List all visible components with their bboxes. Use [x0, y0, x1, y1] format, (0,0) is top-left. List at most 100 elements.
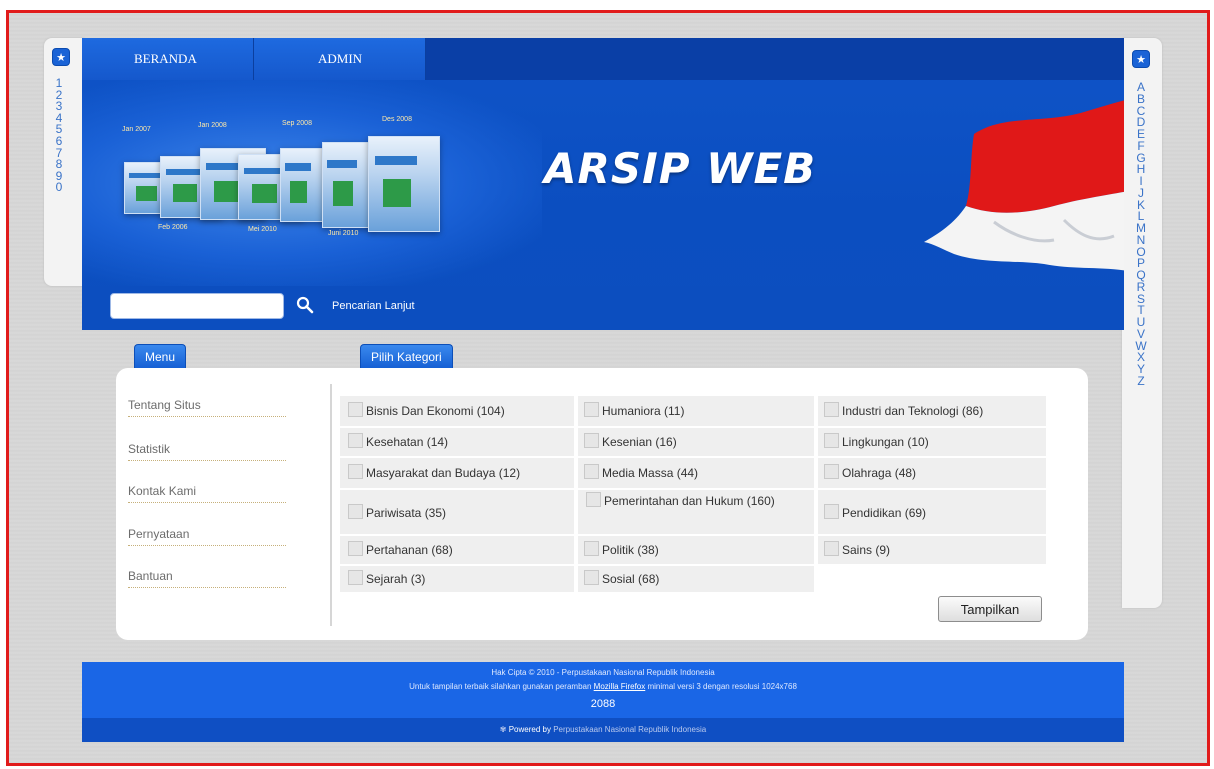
thumb-label: Feb 2006 [158, 224, 188, 231]
copyright-text: Hak Cipta © 2010 - Perpustakaan Nasional… [491, 668, 715, 677]
menu-tab-label: Menu [134, 344, 187, 368]
site-logo-text: ARSIP WEB [544, 144, 817, 193]
archive-thumbnail [322, 142, 374, 228]
category-item[interactable]: Lingkungan (10) [818, 428, 1046, 456]
category-checkbox[interactable] [824, 504, 839, 519]
category-item[interactable]: Pemerintahan dan Hukum (160) [578, 490, 814, 534]
category-label: Sains (9) [842, 543, 891, 557]
browser-note-text: Untuk tampilan terbaik silahkan gunakan … [409, 682, 592, 691]
category-checkbox[interactable] [348, 570, 363, 585]
category-label: Pemerintahan dan Hukum (160) [604, 494, 775, 508]
index-letter-link[interactable]: Z [1134, 375, 1148, 388]
star-icon: ★ [1132, 50, 1150, 68]
thumb-label: Jan 2008 [198, 122, 227, 129]
category-label: Pendidikan (69) [842, 506, 927, 520]
category-label: Masyarakat dan Budaya (12) [366, 466, 521, 480]
powered-by-text: Perpustakaan Nasional Republik Indonesia [553, 725, 707, 734]
category-checkbox[interactable] [824, 402, 839, 417]
category-label: Politik (38) [602, 543, 659, 557]
category-item[interactable]: Politik (38) [578, 536, 814, 564]
menu-item-bantuan[interactable]: Bantuan [128, 569, 286, 588]
powered-prefix: Powered by [508, 725, 551, 734]
browser-note: Untuk tampilan terbaik silahkan gunakan … [82, 682, 1124, 691]
nav-admin[interactable]: ADMIN [254, 38, 426, 80]
category-checkbox[interactable] [584, 433, 599, 448]
category-label: Pariwisata (35) [366, 506, 447, 520]
category-item[interactable]: Masyarakat dan Budaya (12) [340, 458, 574, 488]
menu-item-statistik[interactable]: Statistik [128, 442, 286, 461]
category-label: Pertahanan (68) [366, 543, 453, 557]
category-checkbox[interactable] [824, 433, 839, 448]
category-checkbox[interactable] [348, 464, 363, 479]
category-checkbox[interactable] [348, 504, 363, 519]
category-item[interactable]: Media Massa (44) [578, 458, 814, 488]
category-checkbox[interactable] [824, 464, 839, 479]
alphabet-index-panel: ★ ABCDEFGHIJKLMNOPQRSTUVWXYZ [1122, 38, 1162, 608]
thumb-label: Juni 2010 [328, 230, 359, 237]
category-label: Olahraga (48) [842, 466, 917, 480]
category-checkbox[interactable] [584, 402, 599, 417]
search-input[interactable] [110, 293, 284, 319]
panel-divider [330, 384, 332, 626]
category-tab-label: Pilih Kategori [360, 344, 453, 368]
category-checkbox[interactable] [348, 433, 363, 448]
category-checkbox[interactable] [348, 402, 363, 417]
site-header: BERANDA ADMIN Jan 2007 Jan 2008 Sep 2008… [82, 38, 1124, 330]
category-label: Kesenian (16) [602, 435, 677, 449]
thumb-label: Jan 2007 [122, 126, 151, 133]
category-checkbox[interactable] [584, 570, 599, 585]
category-item[interactable]: Olahraga (48) [818, 458, 1046, 488]
category-item[interactable]: Pertahanan (68) [340, 536, 574, 564]
firefox-link[interactable]: Mozilla Firefox [594, 682, 646, 691]
indonesia-flag-icon [924, 100, 1124, 271]
category-item[interactable]: Industri dan Teknologi (86) [818, 396, 1046, 426]
numeric-index-panel: ★ 1234567890 [44, 38, 84, 286]
nav-home[interactable]: BERANDA [82, 38, 254, 80]
site-footer: Hak Cipta © 2010 - Perpustakaan Nasional… [82, 662, 1124, 718]
category-item[interactable]: Humaniora (11) [578, 396, 814, 426]
powered-by-bar: ✾ Powered by Perpustakaan Nasional Repub… [82, 718, 1124, 742]
category-checkbox[interactable] [824, 541, 839, 556]
browser-note-text: minimal versi 3 dengan resolusi 1024x768 [647, 682, 797, 691]
category-checkbox[interactable] [348, 541, 363, 556]
archive-thumbnails: Jan 2007 Jan 2008 Sep 2008 Des 2008 Feb … [118, 116, 458, 268]
category-label: Bisnis Dan Ekonomi (104) [366, 404, 505, 418]
menu-item-kontak-kami[interactable]: Kontak Kami [128, 484, 286, 503]
index-number-link[interactable]: 0 [52, 182, 66, 194]
category-label: Media Massa (44) [602, 466, 699, 480]
nav-admin-label: ADMIN [318, 51, 363, 66]
category-item[interactable]: Kesenian (16) [578, 428, 814, 456]
category-item[interactable]: Sains (9) [818, 536, 1046, 564]
category-label: Kesehatan (14) [366, 435, 449, 449]
category-checkbox[interactable] [584, 541, 599, 556]
category-item[interactable]: Bisnis Dan Ekonomi (104) [340, 396, 574, 426]
search-bar: Pencarian Lanjut [82, 286, 1124, 330]
archive-thumbnail [368, 136, 440, 232]
category-label: Humaniora (11) [602, 404, 685, 418]
numeric-index-list: 1234567890 [52, 77, 66, 194]
thumb-label: Mei 2010 [248, 226, 277, 233]
category-label: Sosial (68) [602, 572, 660, 586]
show-button[interactable]: Tampilkan [938, 596, 1042, 622]
menu-item-pernyataan[interactable]: Pernyataan [128, 527, 286, 546]
category-label: Industri dan Teknologi (86) [842, 404, 984, 418]
nav-home-label: BERANDA [134, 51, 197, 66]
category-label: Lingkungan (10) [842, 435, 929, 449]
menu-item-tentang-situs[interactable]: Tentang Situs [128, 398, 286, 417]
main-nav: BERANDA ADMIN [82, 38, 1124, 80]
search-icon[interactable] [296, 296, 314, 314]
category-checkbox[interactable] [586, 492, 601, 507]
category-item[interactable]: Sosial (68) [578, 566, 814, 592]
visitor-counter: 2088 [590, 698, 616, 710]
category-item[interactable]: Kesehatan (14) [340, 428, 574, 456]
category-item[interactable]: Sejarah (3) [340, 566, 574, 592]
thumb-label: Sep 2008 [282, 120, 312, 127]
advanced-search-link[interactable]: Pencarian Lanjut [332, 300, 415, 312]
category-label: Sejarah (3) [366, 572, 426, 586]
category-item[interactable]: Pariwisata (35) [340, 490, 574, 534]
category-checkbox[interactable] [584, 464, 599, 479]
thumb-label: Des 2008 [382, 116, 412, 123]
library-logo-icon: ✾ [499, 725, 507, 734]
archive-thumbnail [280, 148, 326, 222]
category-item[interactable]: Pendidikan (69) [818, 490, 1046, 534]
